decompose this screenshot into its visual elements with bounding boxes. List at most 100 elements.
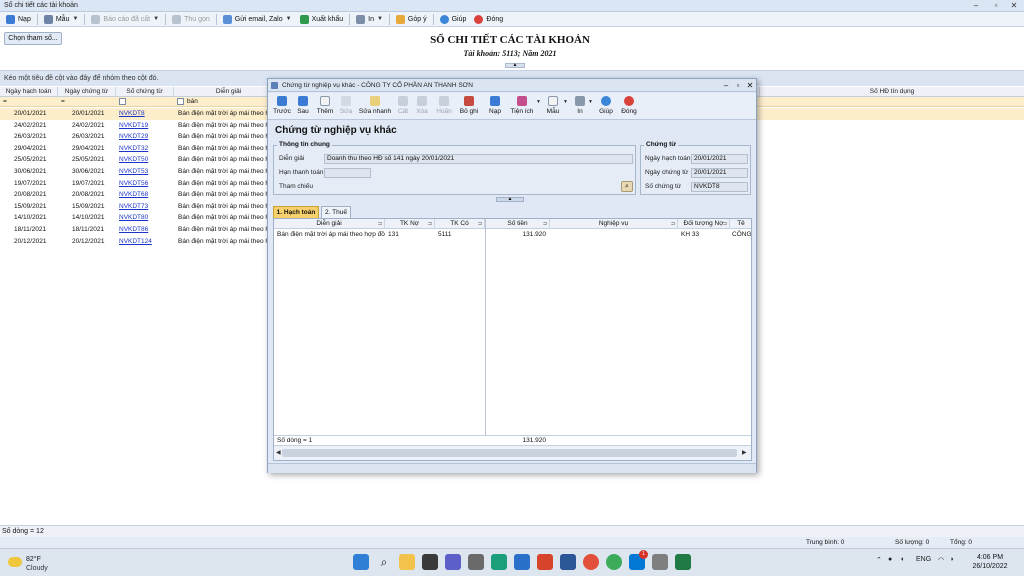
dien-giai-input[interactable]: Doanh thu theo HĐ số 141 ngày 20/01/2021 xyxy=(324,154,633,164)
dcell-dien-giai[interactable]: Bán điện mặt trời áp mái theo hợp đồng xyxy=(277,230,385,240)
dialog-dong-button[interactable]: Đóng xyxy=(620,95,638,119)
so-chung-tu-input[interactable]: NVKDT8 xyxy=(691,182,748,192)
office-icon[interactable] xyxy=(537,554,553,570)
start-icon[interactable] xyxy=(353,554,369,570)
language-indicator[interactable]: ENG xyxy=(916,556,931,563)
giup-button[interactable]: Giúp xyxy=(436,13,471,26)
dialog-close-icon[interactable]: ✕ xyxy=(744,79,756,92)
cell-so-chung-tu[interactable]: NVKDT73 xyxy=(119,201,174,213)
wifi-icon[interactable]: ◠ xyxy=(938,556,944,564)
dcol-tk-no[interactable]: TK Nợ ⊐ xyxy=(385,219,435,229)
cat-button[interactable]: Cất xyxy=(396,95,410,119)
mau-button[interactable]: Mẫu ▼ xyxy=(40,13,83,26)
dcol-tk-co[interactable]: TK Có ⊐ xyxy=(435,219,485,229)
han-thanh-toan-input[interactable] xyxy=(324,168,371,178)
cell-so-chung-tu[interactable]: NVKDT29 xyxy=(119,131,174,143)
dcol-dien-giai[interactable]: Diễn giải ⊐ xyxy=(274,219,385,229)
speaker-icon[interactable]: ◗ xyxy=(950,556,954,563)
dong-button[interactable]: Đóng xyxy=(470,13,507,26)
cell-so-chung-tu[interactable]: NVKDT32 xyxy=(119,143,174,155)
ngay-chung-tu-input[interactable]: 20/01/2021 xyxy=(691,168,748,178)
scroll-left-icon[interactable]: ◀ xyxy=(276,449,281,456)
word-icon[interactable] xyxy=(560,554,576,570)
filter-op-2[interactable]: = xyxy=(61,97,65,107)
file-explorer-icon[interactable] xyxy=(399,554,415,570)
dcell-ten[interactable]: CÔNG xyxy=(732,230,751,240)
thu-gon-button[interactable]: Thu gọn xyxy=(168,13,214,26)
tham-chieu-lookup-icon[interactable]: ⌕ xyxy=(621,181,633,192)
dialog-in-button[interactable]: In ▼ xyxy=(573,95,593,119)
chrome-icon[interactable] xyxy=(583,554,599,570)
zoom-app-icon[interactable] xyxy=(491,554,507,570)
dialog-giup-button[interactable]: Giúp xyxy=(598,95,614,119)
cell-so-chung-tu[interactable]: NVKDT68 xyxy=(119,189,174,201)
dcol-doi-tuong-no[interactable]: Đối tượng Nợ ⊐ xyxy=(678,219,730,229)
zalo-icon[interactable]: 1 xyxy=(629,550,648,570)
dcol-so-tien[interactable]: Số tiền ⊐ xyxy=(486,219,550,229)
col-so-hd-tin-dung[interactable]: Số HĐ tín dụng xyxy=(760,87,1024,97)
edge-icon[interactable] xyxy=(652,554,668,570)
dcell-so-tien[interactable]: 131.920 xyxy=(486,230,547,240)
xoa-button[interactable]: Xóa xyxy=(415,95,429,119)
gop-y-button[interactable]: Góp ý xyxy=(392,13,431,26)
horizontal-scrollbar[interactable]: ◀ ▶ xyxy=(274,445,751,460)
dialog-mau-button[interactable]: Mẫu ▼ xyxy=(544,95,568,119)
bo-ghi-button[interactable]: Bỏ ghi xyxy=(458,95,480,119)
tray-chevron-icon[interactable]: ⌃ xyxy=(876,556,882,564)
chrome-profile-icon[interactable] xyxy=(606,554,622,570)
dialog-nap-button[interactable]: Nạp xyxy=(487,95,503,119)
cell-so-chung-tu[interactable]: NVKDT53 xyxy=(119,166,174,178)
collapse-handle[interactable]: ▲ xyxy=(505,63,525,68)
them-button[interactable]: Thêm xyxy=(315,95,335,119)
ngay-hach-toan-input[interactable]: 20/01/2021 xyxy=(691,154,748,164)
filter-dien-giai[interactable]: bán xyxy=(177,97,198,107)
scroll-thumb[interactable] xyxy=(282,449,737,457)
teams-icon[interactable] xyxy=(445,554,461,570)
dcell-tk-no[interactable]: 131 xyxy=(388,230,434,240)
search-icon[interactable]: ⌕ xyxy=(376,554,392,570)
tab-thue[interactable]: 2. Thuế xyxy=(321,206,351,218)
cell-so-chung-tu[interactable]: NVKDT19 xyxy=(119,120,174,132)
store-icon[interactable] xyxy=(422,554,438,570)
dialog-maximize-icon[interactable]: ▫ xyxy=(732,79,744,92)
truoc-button[interactable]: Trước xyxy=(271,95,293,119)
cell-so-chung-tu[interactable]: NVKDT56 xyxy=(119,178,174,190)
cell-so-chung-tu[interactable]: NVKDT80 xyxy=(119,212,174,224)
sua-button[interactable]: Sửa xyxy=(338,95,354,119)
dcell-tk-co[interactable]: 5111 xyxy=(438,230,484,240)
dcol-nghiep-vu[interactable]: Nghiệp vụ ⊐ xyxy=(550,219,678,229)
antivirus-icon[interactable]: ● xyxy=(888,556,892,563)
dcol-ten[interactable]: Tê xyxy=(730,219,751,229)
dialog-minimize-icon[interactable]: – xyxy=(720,79,732,92)
nap-button[interactable]: Nạp xyxy=(2,13,35,26)
in-button[interactable]: In ▼ xyxy=(352,13,387,26)
minimize-icon[interactable]: – xyxy=(966,0,986,12)
dcell-doi-tuong-no[interactable]: KH 33 xyxy=(681,230,729,240)
close-icon[interactable]: ✕ xyxy=(1004,0,1024,12)
filter-op-1[interactable]: = xyxy=(3,97,7,107)
col-so-chung-tu[interactable]: Số chứng từ xyxy=(116,87,174,97)
bao-cao-da-cat-button[interactable]: Báo cáo đã cất ▼ xyxy=(87,13,163,26)
volume-icon[interactable]: ◖ xyxy=(900,556,904,563)
camera-icon[interactable] xyxy=(468,554,484,570)
misa-icon[interactable] xyxy=(514,554,530,570)
gui-email-button[interactable]: Gửi email, Zalo ▼ xyxy=(219,13,296,26)
sua-nhanh-button[interactable]: Sửa nhanh xyxy=(358,95,392,119)
clock[interactable]: 4:06 PM 26/10/2022 xyxy=(964,553,1016,571)
cell-so-chung-tu[interactable]: NVKDT124 xyxy=(119,236,174,248)
tab-hach-toan[interactable]: 1. Hạch toán xyxy=(273,206,319,218)
sau-button[interactable]: Sau xyxy=(294,95,312,119)
maximize-icon[interactable]: ▫ xyxy=(986,0,1006,12)
dcell-nghiep-vu[interactable] xyxy=(553,230,673,240)
dialog-collapse-handle[interactable]: ▲ xyxy=(496,197,524,202)
scroll-right-icon[interactable]: ▶ xyxy=(742,449,747,456)
col-ngay-hach-toan[interactable]: Ngày hạch toán xyxy=(0,87,58,97)
col-ngay-chung-tu[interactable]: Ngày chứng từ xyxy=(58,87,116,97)
excel-icon[interactable] xyxy=(675,554,691,570)
cell-so-chung-tu[interactable]: NVKDT8 xyxy=(119,108,174,120)
tien-ich-button[interactable]: Tiện ích ▼ xyxy=(509,95,541,119)
xuat-khau-button[interactable]: Xuất khẩu xyxy=(296,13,348,26)
cell-so-chung-tu[interactable]: NVKDT86 xyxy=(119,224,174,236)
filter-box-so-chung-tu[interactable] xyxy=(119,97,129,107)
cell-so-chung-tu[interactable]: NVKDT50 xyxy=(119,154,174,166)
